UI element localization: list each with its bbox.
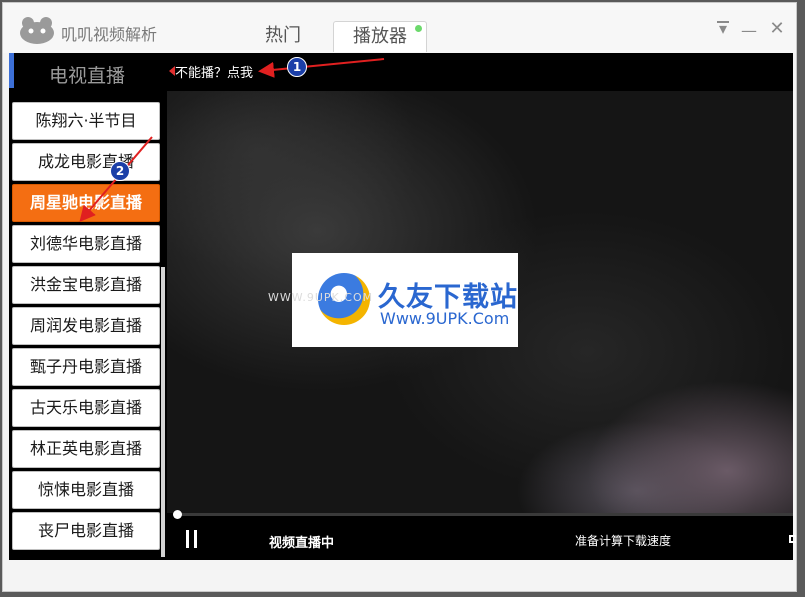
pause-icon[interactable]: [185, 530, 199, 548]
download-speed: 准备计算下载速度: [575, 534, 672, 548]
close-button[interactable]: ✕: [768, 18, 786, 39]
app-window: 叽叽视频解析 热门 播放器 ▾ — ✕ 电视直播 陈翔六·半节目 成龙电影直播 …: [2, 2, 797, 592]
channel-item[interactable]: 陈翔六·半节目: [12, 102, 160, 140]
status-footer: [9, 560, 793, 591]
app-title: 叽叽视频解析: [61, 25, 158, 44]
channel-item[interactable]: 洪金宝电影直播: [12, 266, 160, 304]
channel-item[interactable]: 刘德华电影直播: [12, 225, 160, 263]
minimize-button[interactable]: —: [740, 21, 758, 40]
channel-item-active[interactable]: 周星驰电影直播: [12, 184, 160, 222]
cannot-play-help-link[interactable]: 不能播？点我: [175, 62, 253, 81]
tab-player-label: 播放器: [353, 26, 407, 47]
progress-knob[interactable]: [173, 510, 182, 519]
tab-player[interactable]: 播放器: [333, 21, 427, 52]
channel-list: 陈翔六·半节目 成龙电影直播 周星驰电影直播 刘德华电影直播 洪金宝电影直播 周…: [12, 102, 162, 553]
channel-item[interactable]: 甄子丹电影直播: [12, 348, 160, 386]
channel-item[interactable]: 成龙电影直播: [12, 143, 160, 181]
sidebar-scrollbar[interactable]: [161, 267, 165, 557]
video-frame[interactable]: 久友下载站 Www.9UPK.Com WWW.9UPK.COM: [167, 91, 793, 513]
annotation-badge-1: 1: [287, 57, 307, 77]
channel-item[interactable]: 周润发电影直播: [12, 307, 160, 345]
progress-bar[interactable]: [175, 513, 793, 516]
watermark-url: Www.9UPK.Com: [380, 309, 510, 328]
fullscreen-icon[interactable]: [789, 535, 796, 543]
watermark-logo: 久友下载站 Www.9UPK.Com WWW.9UPK.COM: [268, 253, 518, 347]
title-bar[interactable]: 叽叽视频解析 热门 播放器 ▾ — ✕: [3, 3, 796, 53]
channel-item[interactable]: 惊悚电影直播: [12, 471, 160, 509]
player-controls: 视频直播中 准备计算下载速度: [167, 519, 796, 560]
help-bar: 不能播？点我: [167, 53, 793, 91]
app-logo-icon: [20, 17, 54, 44]
menu-dropdown-icon[interactable]: ▾: [714, 19, 732, 38]
sidebar-title: 电视直播: [48, 65, 125, 87]
tab-hot[interactable]: 热门: [258, 21, 308, 51]
watermark-overlay-text: WWW.9UPK.COM: [268, 291, 374, 304]
channel-item[interactable]: 古天乐电影直播: [12, 389, 160, 427]
video-player: 不能播？点我 久友下载站 Www.9UPK.Com WWW.9UPK.COM 视…: [167, 53, 796, 560]
channel-item[interactable]: 丧尸电影直播: [12, 512, 160, 550]
channel-sidebar: 电视直播 陈翔六·半节目 成龙电影直播 周星驰电影直播 刘德华电影直播 洪金宝电…: [9, 53, 165, 560]
channel-item[interactable]: 林正英电影直播: [12, 430, 160, 468]
annotation-badge-2: 2: [110, 161, 130, 181]
online-status-dot: [415, 25, 422, 32]
main-content: 电视直播 陈翔六·半节目 成龙电影直播 周星驰电影直播 刘德华电影直播 洪金宝电…: [9, 53, 796, 560]
playback-status: 视频直播中: [269, 536, 335, 551]
